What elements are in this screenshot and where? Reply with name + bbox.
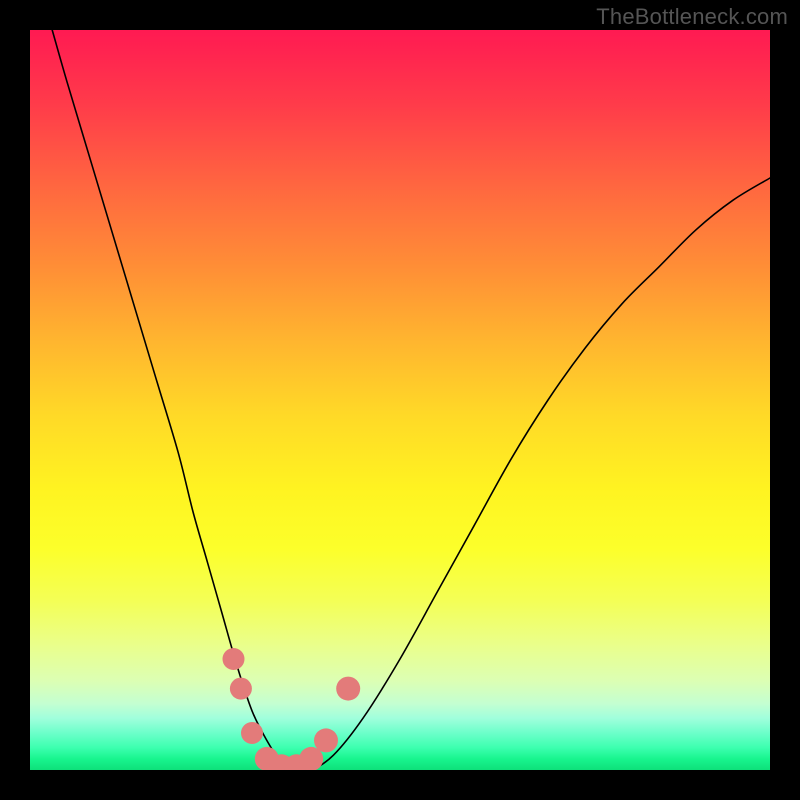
data-marker (241, 722, 263, 744)
data-marker (223, 648, 245, 670)
data-marker (230, 678, 252, 700)
data-marker (314, 728, 338, 752)
watermark-text: TheBottleneck.com (596, 4, 788, 30)
chart-frame: TheBottleneck.com (0, 0, 800, 800)
curve-svg (30, 30, 770, 770)
bottleneck-curve (52, 30, 770, 770)
curve-markers (223, 648, 361, 770)
data-marker (336, 677, 360, 701)
plot-area (30, 30, 770, 770)
